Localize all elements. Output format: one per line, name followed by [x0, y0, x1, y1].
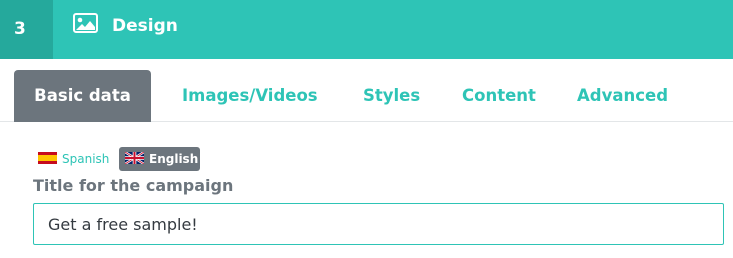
image-icon [73, 13, 98, 33]
language-english[interactable]: English [119, 147, 200, 171]
campaign-title-input[interactable] [33, 203, 724, 245]
spain-flag-icon [38, 152, 57, 164]
tab-styles[interactable]: Styles [363, 70, 420, 122]
step-number: 3 [0, 0, 53, 59]
language-spanish[interactable]: Spanish [38, 147, 109, 171]
tab-images-videos[interactable]: Images/Videos [182, 70, 318, 122]
campaign-title-label: Title for the campaign [33, 176, 234, 195]
language-spanish-label: Spanish [62, 152, 110, 166]
tab-basic-data[interactable]: Basic data [14, 70, 151, 122]
tab-advanced[interactable]: Advanced [577, 70, 668, 122]
tab-content[interactable]: Content [462, 70, 536, 122]
uk-flag-icon [125, 152, 144, 164]
tab-bar: Basic data Images/Videos Styles Content … [0, 70, 733, 122]
step-header: 3 Design [0, 0, 733, 59]
language-english-label: English [149, 152, 199, 166]
step-title: Design [112, 16, 178, 36]
